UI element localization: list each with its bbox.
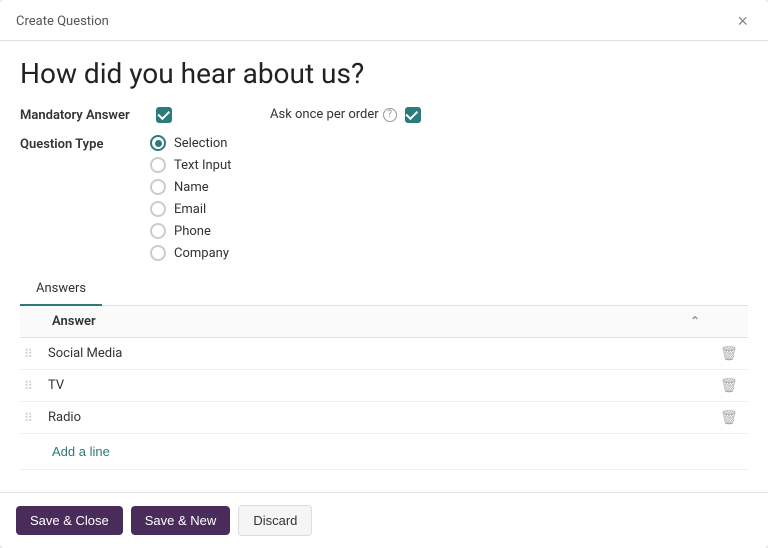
dialog-body: How did you hear about us? Mandatory Ans… [0, 41, 768, 492]
close-button[interactable]: × [733, 10, 752, 32]
table-row: ⠿ Radio 🗑 [20, 402, 748, 434]
radio-circle-text-input [150, 157, 166, 173]
radio-label-text-input: Text Input [174, 158, 231, 173]
question-type-label: Question Type [20, 135, 150, 152]
radio-circle-selection [150, 135, 166, 151]
mandatory-section: Mandatory Answer [20, 106, 270, 123]
table-row: ⠿ Social Media 🗑 [20, 338, 748, 370]
ask-once-checkbox[interactable] [405, 107, 421, 123]
drag-handle-1[interactable]: ⠿ [20, 338, 44, 370]
question-type-row: Question Type Selection Text Input Name [20, 135, 748, 261]
add-line-cell: Add a line [44, 434, 748, 470]
radio-label-name: Name [174, 180, 209, 195]
empty-cell-1 [682, 338, 712, 370]
delete-button-1[interactable]: 🗑 [712, 339, 746, 368]
col-drag [20, 306, 44, 338]
create-question-dialog: Create Question × How did you hear about… [0, 0, 768, 548]
tabs-section: Answers [20, 273, 748, 306]
delete-button-2[interactable]: 🗑 [712, 371, 746, 400]
question-title: How did you hear about us? [20, 57, 748, 90]
radio-name[interactable]: Name [150, 179, 231, 195]
drag-handle-3[interactable]: ⠿ [20, 402, 44, 434]
radio-company[interactable]: Company [150, 245, 231, 261]
radio-label-selection: Selection [174, 136, 227, 151]
add-line-button[interactable]: Add a line [44, 434, 118, 469]
radio-circle-company [150, 245, 166, 261]
ask-once-section: Ask once per order ? [270, 107, 421, 123]
radio-label-phone: Phone [174, 224, 211, 239]
question-type-radio-group: Selection Text Input Name Email Phone [150, 135, 231, 261]
save-new-button[interactable]: Save & New [131, 506, 231, 535]
radio-label-company: Company [174, 246, 229, 261]
tab-answers[interactable]: Answers [20, 273, 102, 306]
delete-cell-2: 🗑 [712, 370, 748, 402]
table-row: ⠿ TV 🗑 [20, 370, 748, 402]
chevron-down-icon: ⌃ [690, 314, 700, 328]
ask-once-help-icon[interactable]: ? [383, 108, 397, 122]
trash-icon-3: 🗑 [720, 409, 738, 425]
dialog-title: Create Question [16, 14, 109, 29]
dialog-footer: Save & Close Save & New Discard [0, 492, 768, 548]
radio-phone[interactable]: Phone [150, 223, 231, 239]
save-close-button[interactable]: Save & Close [16, 506, 123, 535]
dialog-header: Create Question × [0, 0, 768, 41]
mandatory-label: Mandatory Answer [20, 106, 150, 123]
col-answer-header: Answer [44, 306, 682, 338]
delete-button-3[interactable]: 🗑 [712, 403, 746, 432]
mandatory-checkbox[interactable] [156, 107, 172, 123]
empty-cell-2 [682, 370, 712, 402]
radio-circle-name [150, 179, 166, 195]
drag-handle-2[interactable]: ⠿ [20, 370, 44, 402]
radio-email[interactable]: Email [150, 201, 231, 217]
radio-circle-phone [150, 223, 166, 239]
answers-table: Answer ⌃ ⠿ Social Media 🗑 [20, 306, 748, 470]
ask-once-label: Ask once per order [270, 107, 379, 122]
add-line-row: Add a line [20, 434, 748, 470]
add-line-drag [20, 434, 44, 470]
options-row: Mandatory Answer Ask once per order ? [20, 106, 748, 123]
col-delete [712, 306, 748, 338]
radio-circle-email [150, 201, 166, 217]
answer-cell-2: TV [44, 370, 682, 402]
col-chevron: ⌃ [682, 306, 712, 338]
discard-button[interactable]: Discard [238, 505, 312, 536]
trash-icon-2: 🗑 [720, 377, 738, 393]
answer-cell-1: Social Media [44, 338, 682, 370]
delete-cell-1: 🗑 [712, 338, 748, 370]
radio-selection[interactable]: Selection [150, 135, 231, 151]
radio-text-input[interactable]: Text Input [150, 157, 231, 173]
trash-icon-1: 🗑 [720, 345, 738, 361]
delete-cell-3: 🗑 [712, 402, 748, 434]
answer-cell-3: Radio [44, 402, 682, 434]
radio-label-email: Email [174, 202, 206, 217]
empty-cell-3 [682, 402, 712, 434]
